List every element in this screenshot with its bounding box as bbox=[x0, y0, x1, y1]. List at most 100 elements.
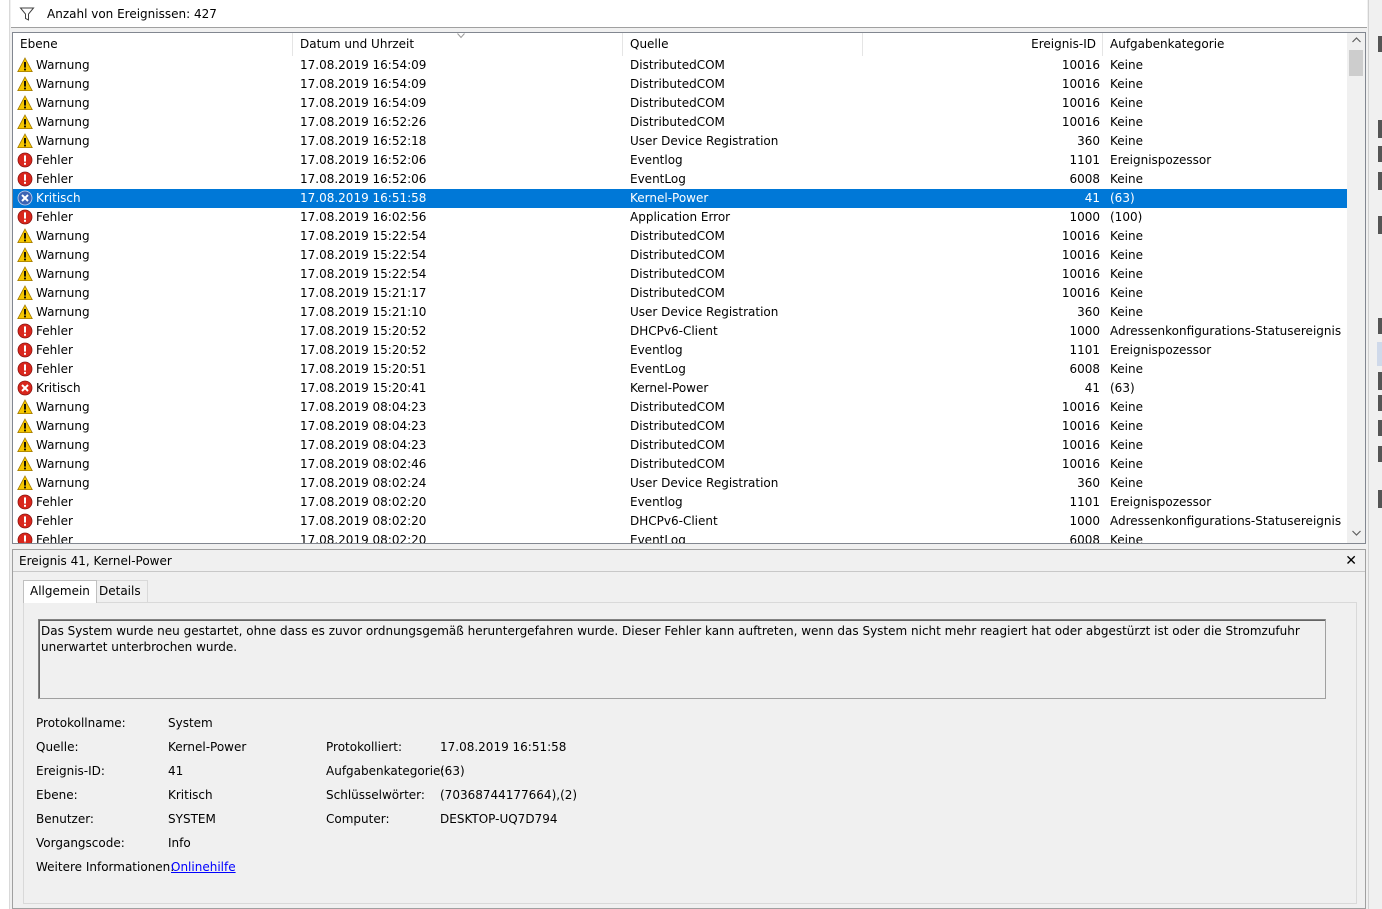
event-description[interactable]: Das System wurde neu gestartet, ohne das… bbox=[38, 619, 1326, 699]
level-cell: Fehler bbox=[36, 514, 73, 528]
computer-label: Computer: bbox=[326, 812, 390, 826]
warning-icon bbox=[17, 475, 33, 490]
table-row[interactable]: Warnung 17.08.2019 08:04:23 DistributedCOM… bbox=[13, 417, 1347, 436]
error-icon bbox=[17, 342, 33, 358]
event-list[interactable]: Ebene Datum und Uhrzeit Quelle Ereignis-… bbox=[12, 32, 1366, 544]
date-cell: 17.08.2019 16:54:09 bbox=[300, 77, 427, 91]
source-cell: DistributedCOM bbox=[630, 115, 725, 129]
table-row[interactable]: Warnung 17.08.2019 08:02:24 User Device Re… bbox=[13, 474, 1347, 493]
general-tab-panel: Das System wurde neu gestartet, ohne das… bbox=[23, 602, 1357, 904]
table-row[interactable]: Warnung 17.08.2019 08:04:23 DistributedCOM… bbox=[13, 436, 1347, 455]
warning-icon bbox=[17, 266, 33, 281]
table-row[interactable]: Kritisch 17.08.2019 15:20:41 Kernel-Power 4… bbox=[13, 379, 1347, 398]
source-cell: Application Error bbox=[630, 210, 731, 224]
error-icon bbox=[17, 513, 33, 529]
date-cell: 17.08.2019 16:52:26 bbox=[300, 115, 427, 129]
table-row[interactable]: Warnung 17.08.2019 15:22:54 DistributedCOM… bbox=[13, 227, 1347, 246]
table-row[interactable]: Warnung 17.08.2019 15:22:54 DistributedCOM… bbox=[13, 246, 1347, 265]
table-row[interactable]: Fehler 17.08.2019 15:20:52 Eventlog 1101 Ere… bbox=[13, 341, 1347, 360]
error-icon bbox=[17, 152, 33, 168]
table-row[interactable]: Fehler 17.08.2019 15:20:51 EventLog 6008 Kei… bbox=[13, 360, 1347, 379]
event-id-cell: 41 bbox=[1084, 381, 1100, 395]
date-cell: 17.08.2019 08:04:23 bbox=[300, 400, 427, 414]
event-id-cell: 6008 bbox=[1069, 362, 1100, 376]
event-count-label: Anzahl von Ereignissen: 427 bbox=[47, 7, 217, 21]
table-row[interactable]: Warnung 17.08.2019 16:54:09 DistributedCOM… bbox=[13, 94, 1347, 113]
event-id-cell: 10016 bbox=[1061, 229, 1100, 243]
table-row[interactable]: Fehler 17.08.2019 08:02:20 Eventlog 1101 Ere… bbox=[13, 493, 1347, 512]
level-cell: Fehler bbox=[36, 172, 73, 186]
level-cell: Warnung bbox=[36, 438, 90, 452]
event-id-cell: 10016 bbox=[1061, 438, 1100, 452]
table-row[interactable]: Fehler 17.08.2019 16:52:06 Eventlog 1101 Ere… bbox=[13, 151, 1347, 170]
category-cell: Ereignispozessor bbox=[1110, 153, 1212, 167]
table-row[interactable]: Fehler 17.08.2019 15:20:52 DHCPv6-Client 10… bbox=[13, 322, 1347, 341]
table-row[interactable]: Fehler 17.08.2019 08:02:20 DHCPv6-Client 10… bbox=[13, 512, 1347, 531]
table-row[interactable]: Warnung 17.08.2019 16:52:18 User Device Re… bbox=[13, 132, 1347, 151]
close-icon[interactable]: ✕ bbox=[1345, 552, 1357, 570]
table-row[interactable]: Fehler 17.08.2019 16:02:56 Application Err… bbox=[13, 208, 1347, 227]
event-id-cell: 41 bbox=[1084, 191, 1100, 205]
source-cell: User Device Registration bbox=[630, 476, 779, 490]
date-cell: 17.08.2019 15:21:17 bbox=[300, 286, 427, 300]
category-cell: Adressenkonfigurations-Statusereignis bbox=[1110, 324, 1342, 338]
date-cell: 17.08.2019 15:22:54 bbox=[300, 229, 427, 243]
category-cell: Keine bbox=[1110, 58, 1143, 72]
event-id-cell: 10016 bbox=[1061, 96, 1100, 110]
event-id-cell: 10016 bbox=[1061, 115, 1100, 129]
table-row[interactable]: Fehler 17.08.2019 16:52:06 EventLog 6008 Kei… bbox=[13, 170, 1347, 189]
computer-value: DESKTOP-UQ7D794 bbox=[440, 812, 558, 826]
level-cell: Warnung bbox=[36, 77, 90, 91]
level-cell: Warnung bbox=[36, 115, 90, 129]
source-cell: EventLog bbox=[630, 362, 686, 376]
table-row[interactable]: Warnung 17.08.2019 15:22:54 DistributedCOM… bbox=[13, 265, 1347, 284]
level-cell: Fehler bbox=[36, 324, 73, 338]
error-icon bbox=[17, 361, 33, 377]
date-cell: 17.08.2019 08:02:46 bbox=[300, 457, 427, 471]
event-id-cell: 10016 bbox=[1061, 400, 1100, 414]
scroll-up-icon[interactable] bbox=[1347, 33, 1365, 50]
column-level[interactable]: Ebene bbox=[13, 33, 293, 56]
level-cell: Kritisch bbox=[36, 191, 81, 205]
source-cell: DistributedCOM bbox=[630, 96, 725, 110]
critical-icon bbox=[17, 190, 33, 206]
column-source[interactable]: Quelle bbox=[623, 33, 863, 56]
tab-general[interactable]: Allgemein bbox=[23, 580, 97, 603]
category-cell: Keine bbox=[1110, 438, 1143, 452]
event-id-cell: 1101 bbox=[1069, 495, 1100, 509]
column-event-id[interactable]: Ereignis-ID bbox=[863, 33, 1103, 56]
event-id-cell: 1000 bbox=[1069, 324, 1100, 338]
date-cell: 17.08.2019 16:52:06 bbox=[300, 172, 427, 186]
vertical-scrollbar[interactable] bbox=[1347, 33, 1365, 543]
warning-icon bbox=[17, 456, 33, 471]
table-row[interactable]: Warnung 17.08.2019 08:02:46 DistributedCOM… bbox=[13, 455, 1347, 474]
table-row[interactable]: Warnung 17.08.2019 15:21:10 User Device Re… bbox=[13, 303, 1347, 322]
category-cell: Keine bbox=[1110, 457, 1143, 471]
category-cell: Keine bbox=[1110, 400, 1143, 414]
category-cell: Keine bbox=[1110, 77, 1143, 91]
level-cell: Fehler bbox=[36, 343, 73, 357]
tab-details[interactable]: Details bbox=[92, 580, 148, 602]
category-cell: (63) bbox=[1110, 381, 1135, 395]
table-row[interactable]: Warnung 17.08.2019 15:21:17 DistributedCOM… bbox=[13, 284, 1347, 303]
table-row[interactable]: Fehler 17.08.2019 08:02:20 EventLog 6008 Kei… bbox=[13, 531, 1347, 543]
event-id-cell: 10016 bbox=[1061, 77, 1100, 91]
scroll-thumb[interactable] bbox=[1349, 50, 1363, 76]
table-row[interactable]: Warnung 17.08.2019 08:04:23 DistributedCOM… bbox=[13, 398, 1347, 417]
more-info-label: Weitere Informationen: bbox=[36, 860, 175, 874]
online-help-link[interactable]: Onlinehilfe bbox=[171, 859, 236, 875]
filter-icon[interactable] bbox=[19, 6, 35, 22]
error-icon bbox=[17, 209, 33, 225]
level-cell: Fehler bbox=[36, 210, 73, 224]
warning-icon bbox=[17, 95, 33, 110]
level-cell: Warnung bbox=[36, 248, 90, 262]
table-row[interactable]: Warnung 17.08.2019 16:54:09 DistributedCOM… bbox=[13, 56, 1347, 75]
scroll-down-icon[interactable] bbox=[1347, 526, 1365, 543]
table-row[interactable]: Warnung 17.08.2019 16:54:09 DistributedCOM… bbox=[13, 75, 1347, 94]
task-category-value: (63) bbox=[440, 764, 465, 778]
table-row[interactable]: Kritisch 17.08.2019 16:51:58 Kernel-Power 4… bbox=[13, 189, 1347, 208]
table-row[interactable]: Warnung 17.08.2019 16:52:26 DistributedCOM… bbox=[13, 113, 1347, 132]
date-cell: 17.08.2019 08:02:20 bbox=[300, 514, 427, 528]
column-category[interactable]: Aufgabenkategorie bbox=[1103, 33, 1347, 56]
date-cell: 17.08.2019 15:20:41 bbox=[300, 381, 427, 395]
